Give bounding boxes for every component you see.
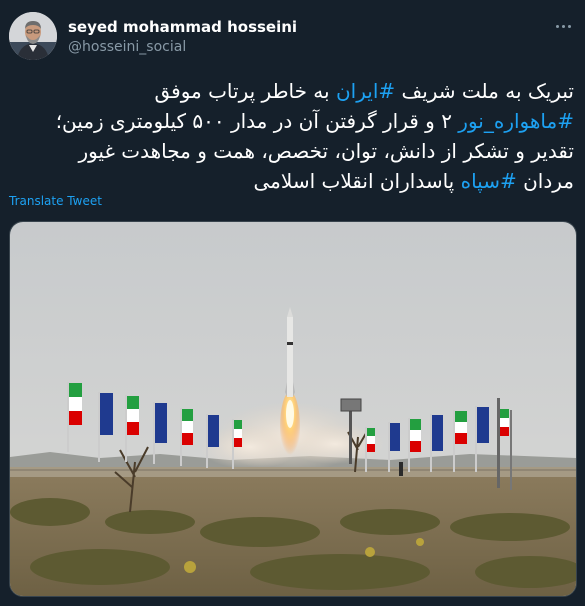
tweet-text-segment: تقدیر و تشکر از دانش، توان، تخصص، همت و … — [78, 139, 574, 163]
tweet-text-line: #ماهواره_نور ۲ و قرار گرفتن آن در مدار ۵… — [10, 106, 574, 136]
hashtag-link[interactable]: #سپاه — [461, 169, 517, 193]
tweet-text-segment: به خاطر پرتاب موفق — [154, 79, 336, 103]
user-handle[interactable]: @hosseini_social — [68, 39, 186, 55]
hashtag-link[interactable]: #ماهواره_نور — [458, 109, 574, 133]
translate-tweet-link[interactable]: Translate Tweet — [9, 194, 102, 208]
tweet-text-line: تبریک به ملت شریف #ایران به خاطر پرتاب م… — [10, 76, 574, 106]
tweet-header: seyed mohammad hosseini @hosseini_social — [9, 12, 576, 62]
rocket-launch-photo-icon — [10, 222, 576, 596]
tweet-text-segment: تبریک به ملت شریف — [395, 79, 574, 103]
tweet-text-segment: مردان — [516, 169, 574, 193]
display-name[interactable]: seyed mohammad hosseini — [68, 18, 297, 36]
tweet-media-image[interactable] — [9, 221, 577, 597]
tweet-text-line: تقدیر و تشکر از دانش، توان، تخصص، همت و … — [10, 136, 574, 166]
tweet-text-line: مردان #سپاه پاسداران انقلاب اسلامی — [10, 166, 574, 196]
more-options-icon[interactable] — [552, 16, 574, 36]
user-avatar-icon — [9, 12, 57, 60]
tweet-text-segment: پاسداران انقلاب اسلامی — [253, 169, 461, 193]
tweet-text-segment: ۲ و قرار گرفتن آن در مدار ۵۰۰ کیلومتری ز… — [55, 109, 459, 133]
avatar[interactable] — [9, 12, 57, 60]
hashtag-link[interactable]: #ایران — [336, 79, 395, 103]
tweet-text: تبریک به ملت شریف #ایران به خاطر پرتاب م… — [10, 76, 574, 196]
